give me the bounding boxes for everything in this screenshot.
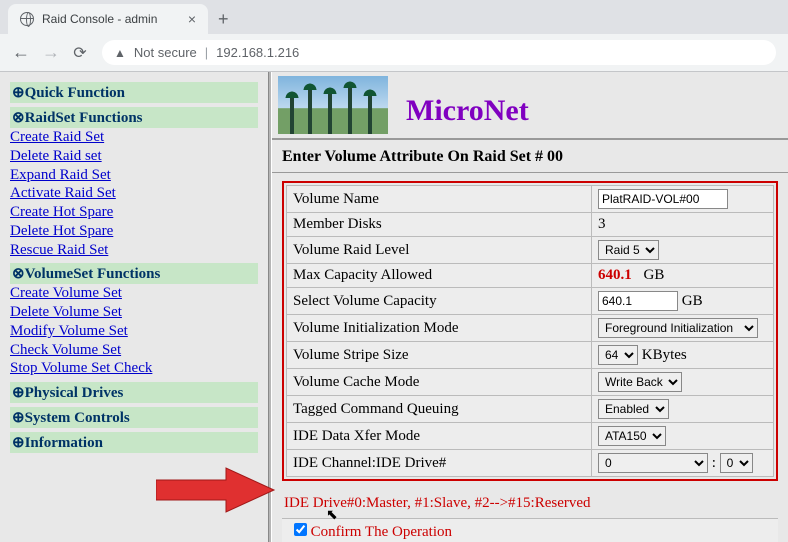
not-secure-label: Not secure: [134, 45, 197, 60]
section-volumeset[interactable]: ⊗VolumeSet Functions: [10, 263, 258, 284]
unit-kbytes: KBytes: [642, 347, 687, 363]
row-select-capacity: Select Volume Capacity GB: [287, 288, 774, 315]
warning-icon: ▲: [114, 46, 126, 60]
value-member-disks: 3: [592, 213, 774, 237]
section-label: Information: [25, 435, 103, 451]
link-create-raid-set[interactable]: Create Raid Set: [10, 128, 258, 147]
collapse-icon: ⊗: [12, 110, 25, 126]
section-label: Physical Drives: [25, 385, 124, 401]
close-icon[interactable]: ×: [188, 11, 196, 27]
expand-icon: ⊕: [12, 85, 25, 101]
link-check-volume-set[interactable]: Check Volume Set: [10, 341, 258, 360]
section-label: Quick Function: [25, 85, 125, 101]
value-max-capacity: 640.1: [598, 267, 640, 283]
banner: MicroNet: [272, 72, 788, 140]
sidebar: ⊕Quick Function ⊗RaidSet Functions Creat…: [0, 72, 268, 542]
label-init-mode: Volume Initialization Mode: [287, 315, 592, 342]
row-ide-channel: IDE Channel:IDE Drive# 0 : 0: [287, 450, 774, 477]
url-text: 192.168.1.216: [216, 45, 299, 60]
select-cache-mode[interactable]: Write Back: [598, 372, 682, 392]
label-cache-mode: Volume Cache Mode: [287, 369, 592, 396]
label-tcq: Tagged Command Queuing: [287, 396, 592, 423]
link-expand-raid-set[interactable]: Expand Raid Set: [10, 166, 258, 185]
address-bar: ← → ⟳ ▲ Not secure | 192.168.1.216: [0, 34, 788, 71]
reload-button[interactable]: ⟳: [72, 43, 88, 63]
label-max-capacity: Max Capacity Allowed: [287, 264, 592, 288]
link-delete-raid-set[interactable]: Delete Raid set: [10, 147, 258, 166]
banner-image: [278, 76, 388, 134]
url-box[interactable]: ▲ Not secure | 192.168.1.216: [102, 40, 776, 65]
row-init-mode: Volume Initialization Mode Foreground In…: [287, 315, 774, 342]
select-raid-level[interactable]: Raid 5: [598, 240, 659, 260]
select-ide-channel[interactable]: 0: [598, 453, 708, 473]
input-select-capacity[interactable]: [598, 291, 678, 311]
select-init-mode[interactable]: Foreground Initialization: [598, 318, 758, 338]
workspace: ⊕Quick Function ⊗RaidSet Functions Creat…: [0, 72, 788, 542]
label-volume-name: Volume Name: [287, 186, 592, 213]
link-stop-volume-set-check[interactable]: Stop Volume Set Check: [10, 359, 258, 378]
label-ide-channel: IDE Channel:IDE Drive#: [287, 450, 592, 477]
section-system-controls[interactable]: ⊕System Controls: [10, 407, 258, 428]
input-volume-name[interactable]: [598, 189, 728, 209]
link-modify-volume-set[interactable]: Modify Volume Set: [10, 322, 258, 341]
link-delete-hot-spare[interactable]: Delete Hot Spare: [10, 222, 258, 241]
confirm-row: Confirm The Operation: [282, 518, 778, 542]
content-pane: MicroNet Enter Volume Attribute On Raid …: [272, 72, 788, 542]
tab-title: Raid Console - admin: [42, 12, 157, 26]
link-delete-volume-set[interactable]: Delete Volume Set: [10, 303, 258, 322]
colon-separator: :: [712, 455, 716, 471]
back-button[interactable]: ←: [12, 42, 28, 63]
unit-gb: GB: [644, 267, 665, 283]
label-member-disks: Member Disks: [287, 213, 592, 237]
select-ide-drive[interactable]: 0: [720, 453, 753, 473]
section-label: RaidSet Functions: [25, 110, 143, 126]
section-label: VolumeSet Functions: [25, 266, 161, 282]
label-raid-level: Volume Raid Level: [287, 237, 592, 264]
separator: |: [205, 45, 208, 60]
row-member-disks: Member Disks 3: [287, 213, 774, 237]
checkbox-confirm[interactable]: [294, 523, 307, 536]
forward-button[interactable]: →: [42, 42, 58, 63]
label-select-capacity: Select Volume Capacity: [287, 288, 592, 315]
attribute-table: Volume Name Member Disks 3 Volume Raid L…: [286, 185, 774, 477]
ide-note: IDE Drive#0:Master, #1:Slave, #2-->#15:R…: [272, 489, 788, 518]
select-tcq[interactable]: Enabled: [598, 399, 669, 419]
collapse-icon: ⊗: [12, 266, 25, 282]
select-xfer-mode[interactable]: ATA150: [598, 426, 666, 446]
page-title: Enter Volume Attribute On Raid Set # 00: [272, 140, 788, 173]
label-confirm: Confirm The Operation: [311, 524, 452, 540]
row-raid-level: Volume Raid Level Raid 5: [287, 237, 774, 264]
link-rescue-raid-set[interactable]: Rescue Raid Set: [10, 241, 258, 260]
brand-title: MicroNet: [406, 94, 529, 134]
row-cache-mode: Volume Cache Mode Write Back: [287, 369, 774, 396]
link-activate-raid-set[interactable]: Activate Raid Set: [10, 184, 258, 203]
new-tab-button[interactable]: +: [208, 9, 239, 34]
tab-bar: Raid Console - admin × +: [0, 0, 788, 34]
link-create-hot-spare[interactable]: Create Hot Spare: [10, 203, 258, 222]
row-volume-name: Volume Name: [287, 186, 774, 213]
row-max-capacity: Max Capacity Allowed 640.1 GB: [287, 264, 774, 288]
section-label: System Controls: [25, 410, 130, 426]
section-physical-drives[interactable]: ⊕Physical Drives: [10, 382, 258, 403]
section-information[interactable]: ⊕Information: [10, 432, 258, 453]
browser-chrome: Raid Console - admin × + ← → ⟳ ▲ Not sec…: [0, 0, 788, 72]
browser-tab[interactable]: Raid Console - admin ×: [8, 4, 208, 34]
expand-icon: ⊕: [12, 410, 25, 426]
section-quick-function[interactable]: ⊕Quick Function: [10, 82, 258, 103]
unit-gb: GB: [682, 293, 703, 309]
row-tcq: Tagged Command Queuing Enabled: [287, 396, 774, 423]
label-xfer-mode: IDE Data Xfer Mode: [287, 423, 592, 450]
select-stripe-size[interactable]: 64: [598, 345, 638, 365]
link-create-volume-set[interactable]: Create Volume Set: [10, 284, 258, 303]
label-stripe-size: Volume Stripe Size: [287, 342, 592, 369]
globe-icon: [20, 12, 34, 26]
row-stripe-size: Volume Stripe Size 64 KBytes: [287, 342, 774, 369]
expand-icon: ⊕: [12, 435, 25, 451]
attribute-frame: Volume Name Member Disks 3 Volume Raid L…: [282, 181, 778, 481]
expand-icon: ⊕: [12, 385, 25, 401]
section-raidset[interactable]: ⊗RaidSet Functions: [10, 107, 258, 128]
row-xfer-mode: IDE Data Xfer Mode ATA150: [287, 423, 774, 450]
